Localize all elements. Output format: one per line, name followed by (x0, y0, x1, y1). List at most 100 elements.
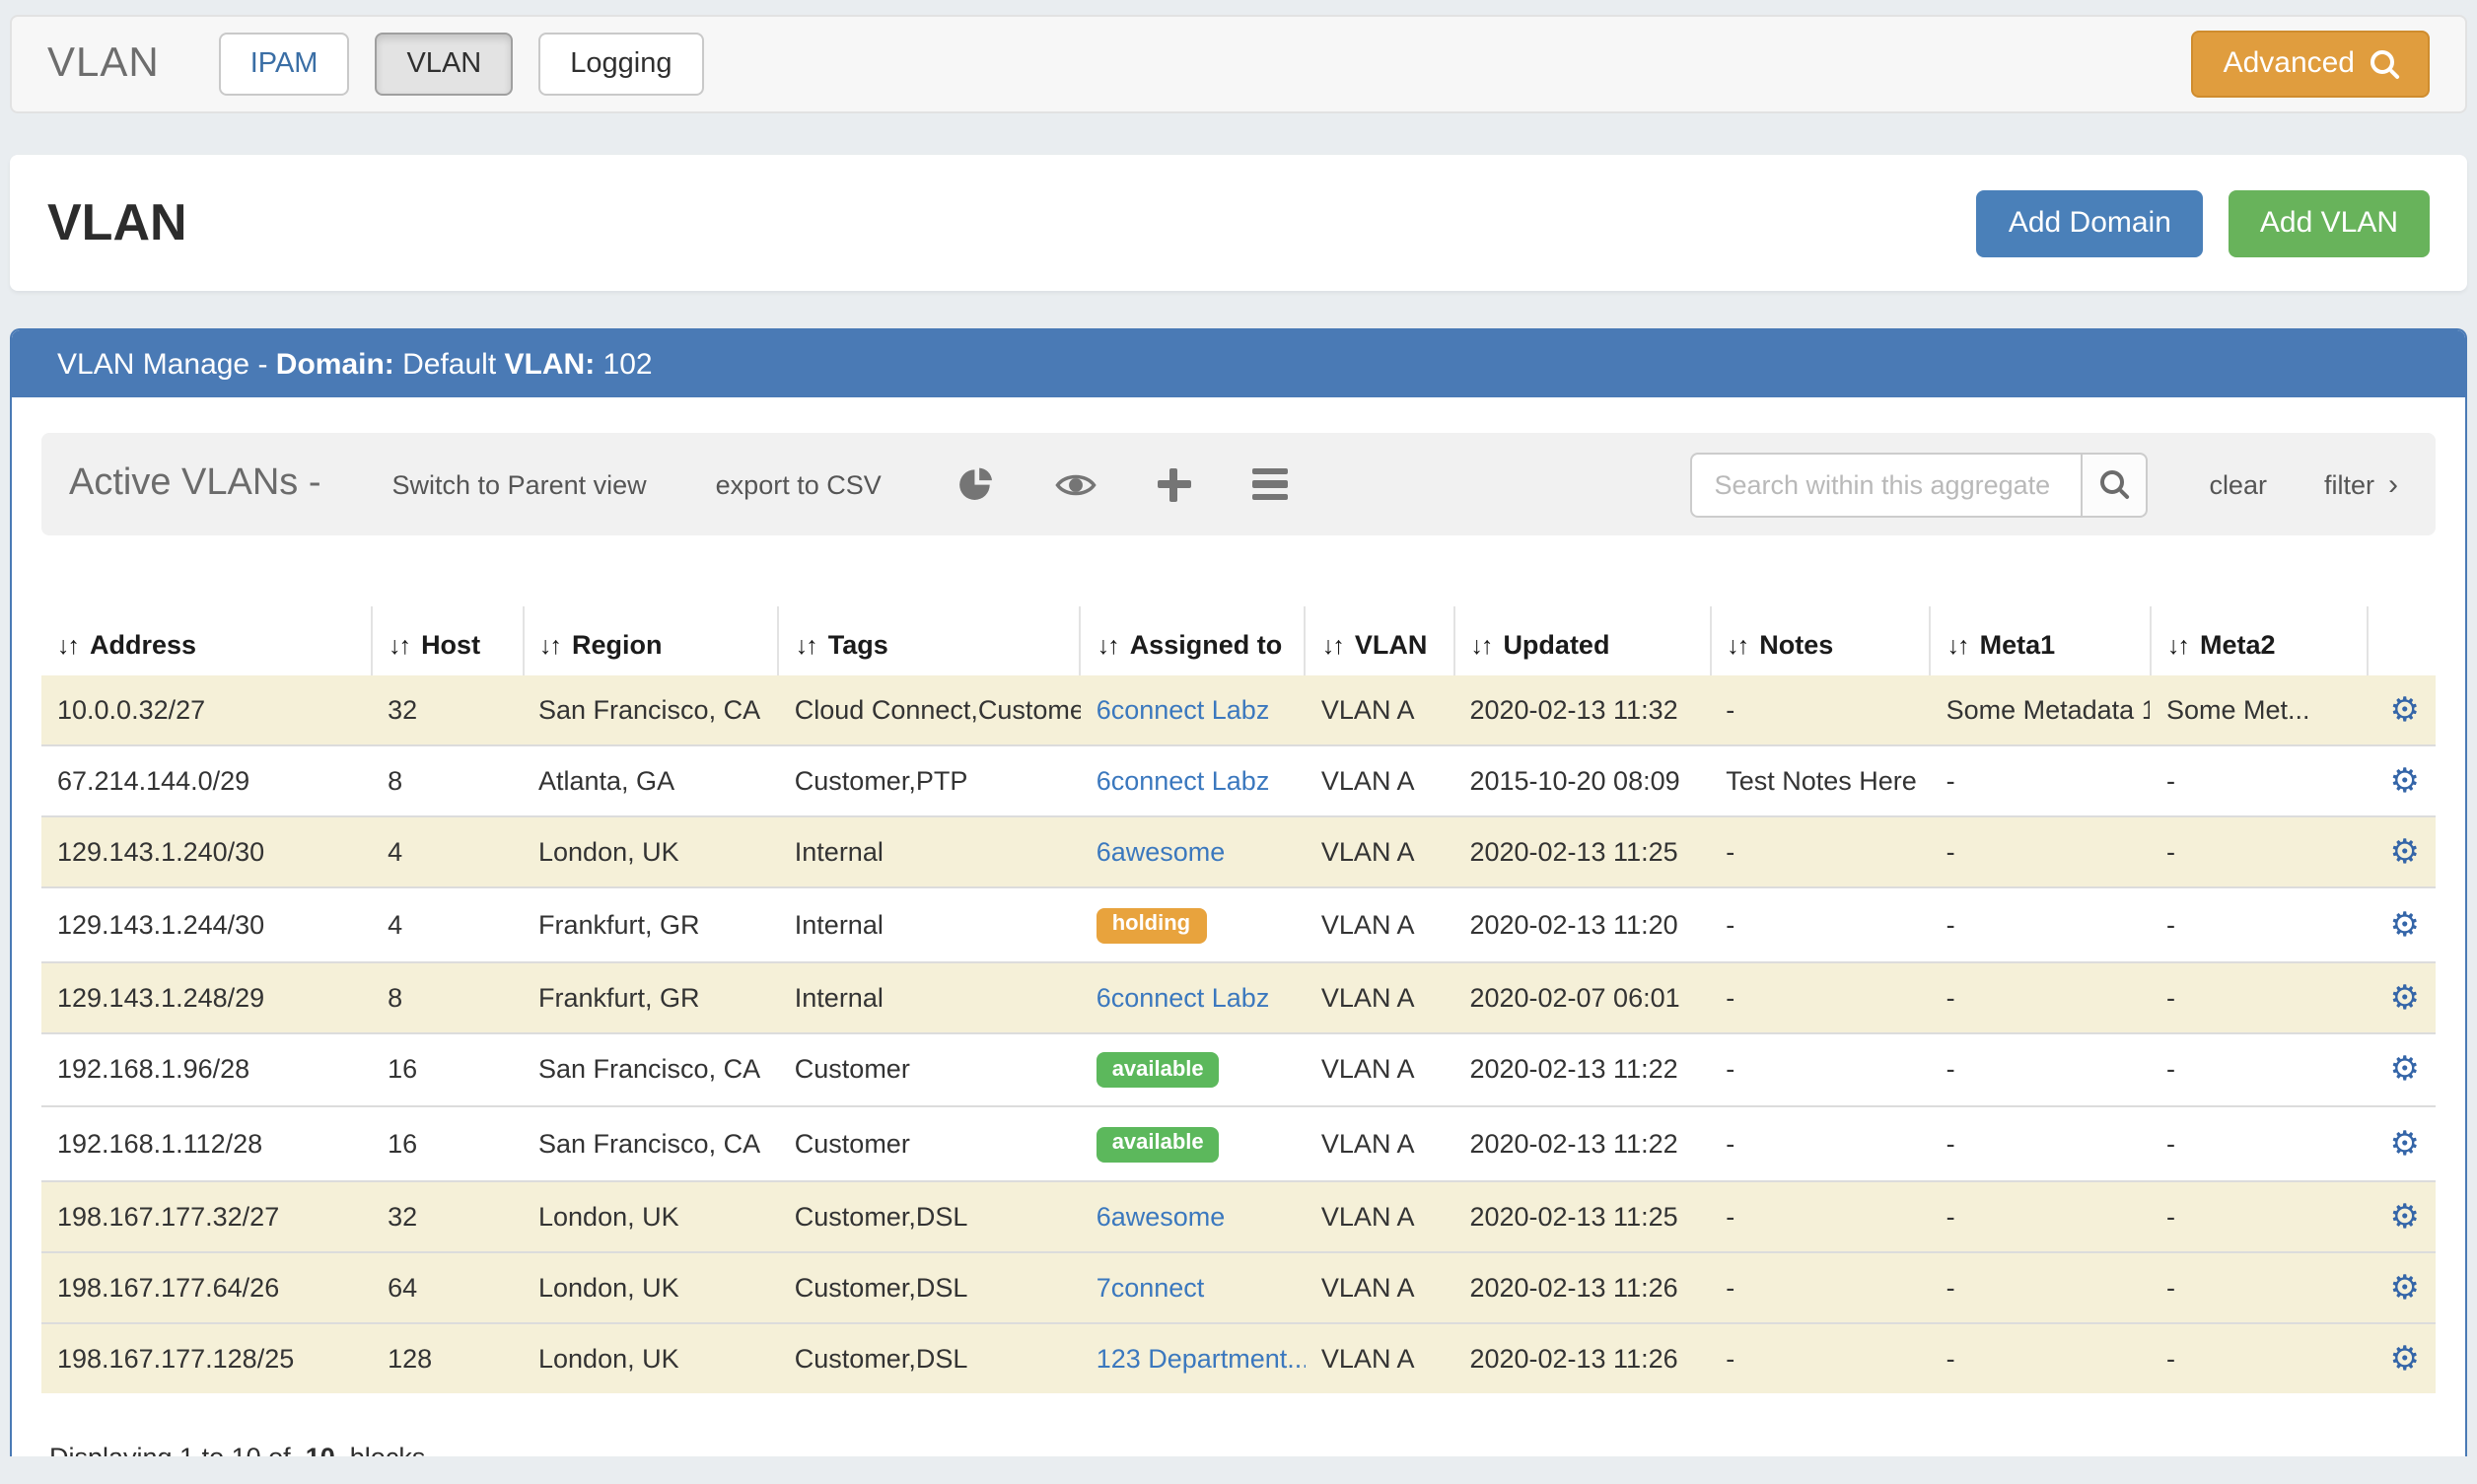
table-row: 198.167.177.128/25128London, UKCustomer,… (41, 1323, 2436, 1393)
gear-icon[interactable]: ⚙ (2390, 978, 2421, 1016)
cell-meta2: - (2151, 887, 2369, 961)
assigned-to-link[interactable]: 123 Department... (1097, 1344, 1306, 1374)
cell-assigned-to: 7connect (1081, 1252, 1306, 1323)
cell-meta1: - (1931, 816, 2151, 887)
sort-icon: ↓↑ (539, 632, 560, 660)
table-row: 10.0.0.32/2732San Francisco, CACloud Con… (41, 675, 2436, 745)
sort-icon: ↓↑ (1470, 632, 1491, 660)
cell-notes: - (1710, 961, 1930, 1032)
gear-icon[interactable]: ⚙ (2390, 1198, 2421, 1236)
page-header-card: VLAN Add Domain Add VLAN (10, 155, 2467, 291)
gear-icon[interactable]: ⚙ (2390, 906, 2421, 944)
gear-icon[interactable]: ⚙ (2390, 1125, 2421, 1163)
column-header-assigned-to[interactable]: ↓↑ Assigned to (1081, 606, 1306, 675)
column-header-vlan[interactable]: ↓↑VLAN (1306, 606, 1454, 675)
filter-link[interactable]: filter › (2324, 467, 2398, 501)
table-row: 129.143.1.244/304Frankfurt, GRInternalho… (41, 887, 2436, 961)
cell-meta1: - (1931, 1032, 2151, 1106)
cell-vlan: VLAN A (1306, 816, 1454, 887)
plus-icon[interactable] (1158, 467, 1191, 501)
cell-address: 198.167.177.64/26 (41, 1252, 372, 1323)
cell-notes: - (1710, 887, 1930, 961)
cell-updated: 2020-02-13 11:22 (1453, 1032, 1710, 1106)
add-vlan-button[interactable]: Add VLAN (2229, 189, 2430, 256)
gear-icon[interactable]: ⚙ (2390, 1051, 2421, 1089)
page-header-actions: Add Domain Add VLAN (1977, 189, 2430, 256)
table-row: 129.143.1.240/304London, UKInternal6awes… (41, 816, 2436, 887)
column-header-host[interactable]: ↓↑Host (372, 606, 523, 675)
vlan-blocks-table: ↓↑Address↓↑Host↓↑Region↓↑Tags ↓↑ Assigned … (41, 606, 2436, 1393)
gear-icon[interactable]: ⚙ (2390, 1340, 2421, 1378)
cell-tags: Customer,PTP (779, 745, 1081, 816)
column-header-meta1[interactable]: ↓↑Meta1 (1931, 606, 2151, 675)
assigned-to-link[interactable]: 6awesome (1097, 1202, 1226, 1232)
cell-tags: Customer (779, 1032, 1081, 1106)
cell-host: 8 (372, 961, 523, 1032)
column-header-label: Meta2 (2200, 630, 2276, 660)
gear-icon[interactable]: ⚙ (2390, 1269, 2421, 1307)
column-header-tags[interactable]: ↓↑Tags (779, 606, 1081, 675)
cell-updated: 2020-02-13 11:25 (1453, 816, 1710, 887)
cell-tags: Internal (779, 887, 1081, 961)
column-header-meta2[interactable]: ↓↑Meta2 (2151, 606, 2369, 675)
filter-label: filter (2324, 469, 2374, 499)
cell-address: 192.168.1.96/28 (41, 1032, 372, 1106)
tab-logging[interactable]: Logging (538, 32, 703, 96)
cell-tags: Cloud Connect,Customer (779, 675, 1081, 745)
cell-tags: Customer,DSL (779, 1252, 1081, 1323)
cell-actions: ⚙ (2369, 1181, 2436, 1252)
cell-address: 192.168.1.112/28 (41, 1106, 372, 1180)
column-header-label: VLAN (1355, 630, 1428, 660)
list-icon[interactable] (1252, 467, 1288, 501)
column-header-address[interactable]: ↓↑Address (41, 606, 372, 675)
cell-region: Frankfurt, GR (523, 887, 779, 961)
cell-meta1: - (1931, 745, 2151, 816)
add-domain-button[interactable]: Add Domain (1977, 189, 2203, 256)
cell-meta2: - (2151, 1032, 2369, 1106)
cell-address: 129.143.1.248/29 (41, 961, 372, 1032)
cell-updated: 2020-02-07 06:01 (1453, 961, 1710, 1032)
tab-vlan[interactable]: VLAN (375, 32, 513, 96)
advanced-search-button[interactable]: Advanced (2192, 31, 2430, 99)
cell-notes: - (1710, 1323, 1930, 1393)
cell-updated: 2020-02-13 11:32 (1453, 675, 1710, 745)
assigned-to-link[interactable]: 6awesome (1097, 837, 1226, 867)
cell-assigned-to: available (1081, 1032, 1306, 1106)
cell-updated: 2020-02-13 11:26 (1453, 1252, 1710, 1323)
switch-to-parent-view-link[interactable]: Switch to Parent view (392, 469, 647, 499)
gear-icon[interactable]: ⚙ (2390, 691, 2421, 729)
pie-chart-icon[interactable] (958, 466, 994, 502)
column-header-label: Updated (1503, 630, 1609, 660)
clear-link[interactable]: clear (2209, 469, 2267, 499)
assigned-to-link[interactable]: 6connect Labz (1097, 766, 1270, 796)
assigned-to-link[interactable]: 6connect Labz (1097, 695, 1270, 725)
export-to-csv-link[interactable]: export to CSV (716, 469, 882, 499)
column-header-region[interactable]: ↓↑Region (523, 606, 779, 675)
table-row: 198.167.177.32/2732London, UKCustomer,DS… (41, 1181, 2436, 1252)
column-header-notes[interactable]: ↓↑Notes (1710, 606, 1930, 675)
column-header-label: Assigned to (1130, 630, 1283, 660)
tab-ipam[interactable]: IPAM (219, 32, 350, 96)
gear-icon[interactable]: ⚙ (2390, 833, 2421, 871)
assigned-to-link[interactable]: 7connect (1097, 1273, 1205, 1303)
gear-icon[interactable]: ⚙ (2390, 762, 2421, 800)
cell-vlan: VLAN A (1306, 1106, 1454, 1180)
cell-meta1: Some Metadata 1 (1931, 675, 2151, 745)
table-row: 192.168.1.96/2816San Francisco, CACustom… (41, 1032, 2436, 1106)
cell-actions: ⚙ (2369, 816, 2436, 887)
cell-tags: Customer (779, 1106, 1081, 1180)
column-header-updated[interactable]: ↓↑ Updated (1453, 606, 1710, 675)
cell-meta1: - (1931, 1323, 2151, 1393)
aggregate-search-button[interactable] (2081, 452, 2148, 517)
assigned-to-link[interactable]: 6connect Labz (1097, 982, 1270, 1012)
sort-icon: ↓↑ (1097, 632, 1118, 660)
cell-notes: - (1710, 1032, 1930, 1106)
aggregate-search-input[interactable] (1690, 452, 2081, 517)
eye-icon[interactable] (1055, 469, 1097, 499)
cell-tags: Customer,DSL (779, 1181, 1081, 1252)
cell-host: 8 (372, 745, 523, 816)
cell-meta1: - (1931, 1252, 2151, 1323)
column-header-label: Meta1 (1980, 630, 2056, 660)
status-badge-available: available (1097, 1052, 1220, 1088)
sort-icon: ↓↑ (57, 632, 78, 660)
